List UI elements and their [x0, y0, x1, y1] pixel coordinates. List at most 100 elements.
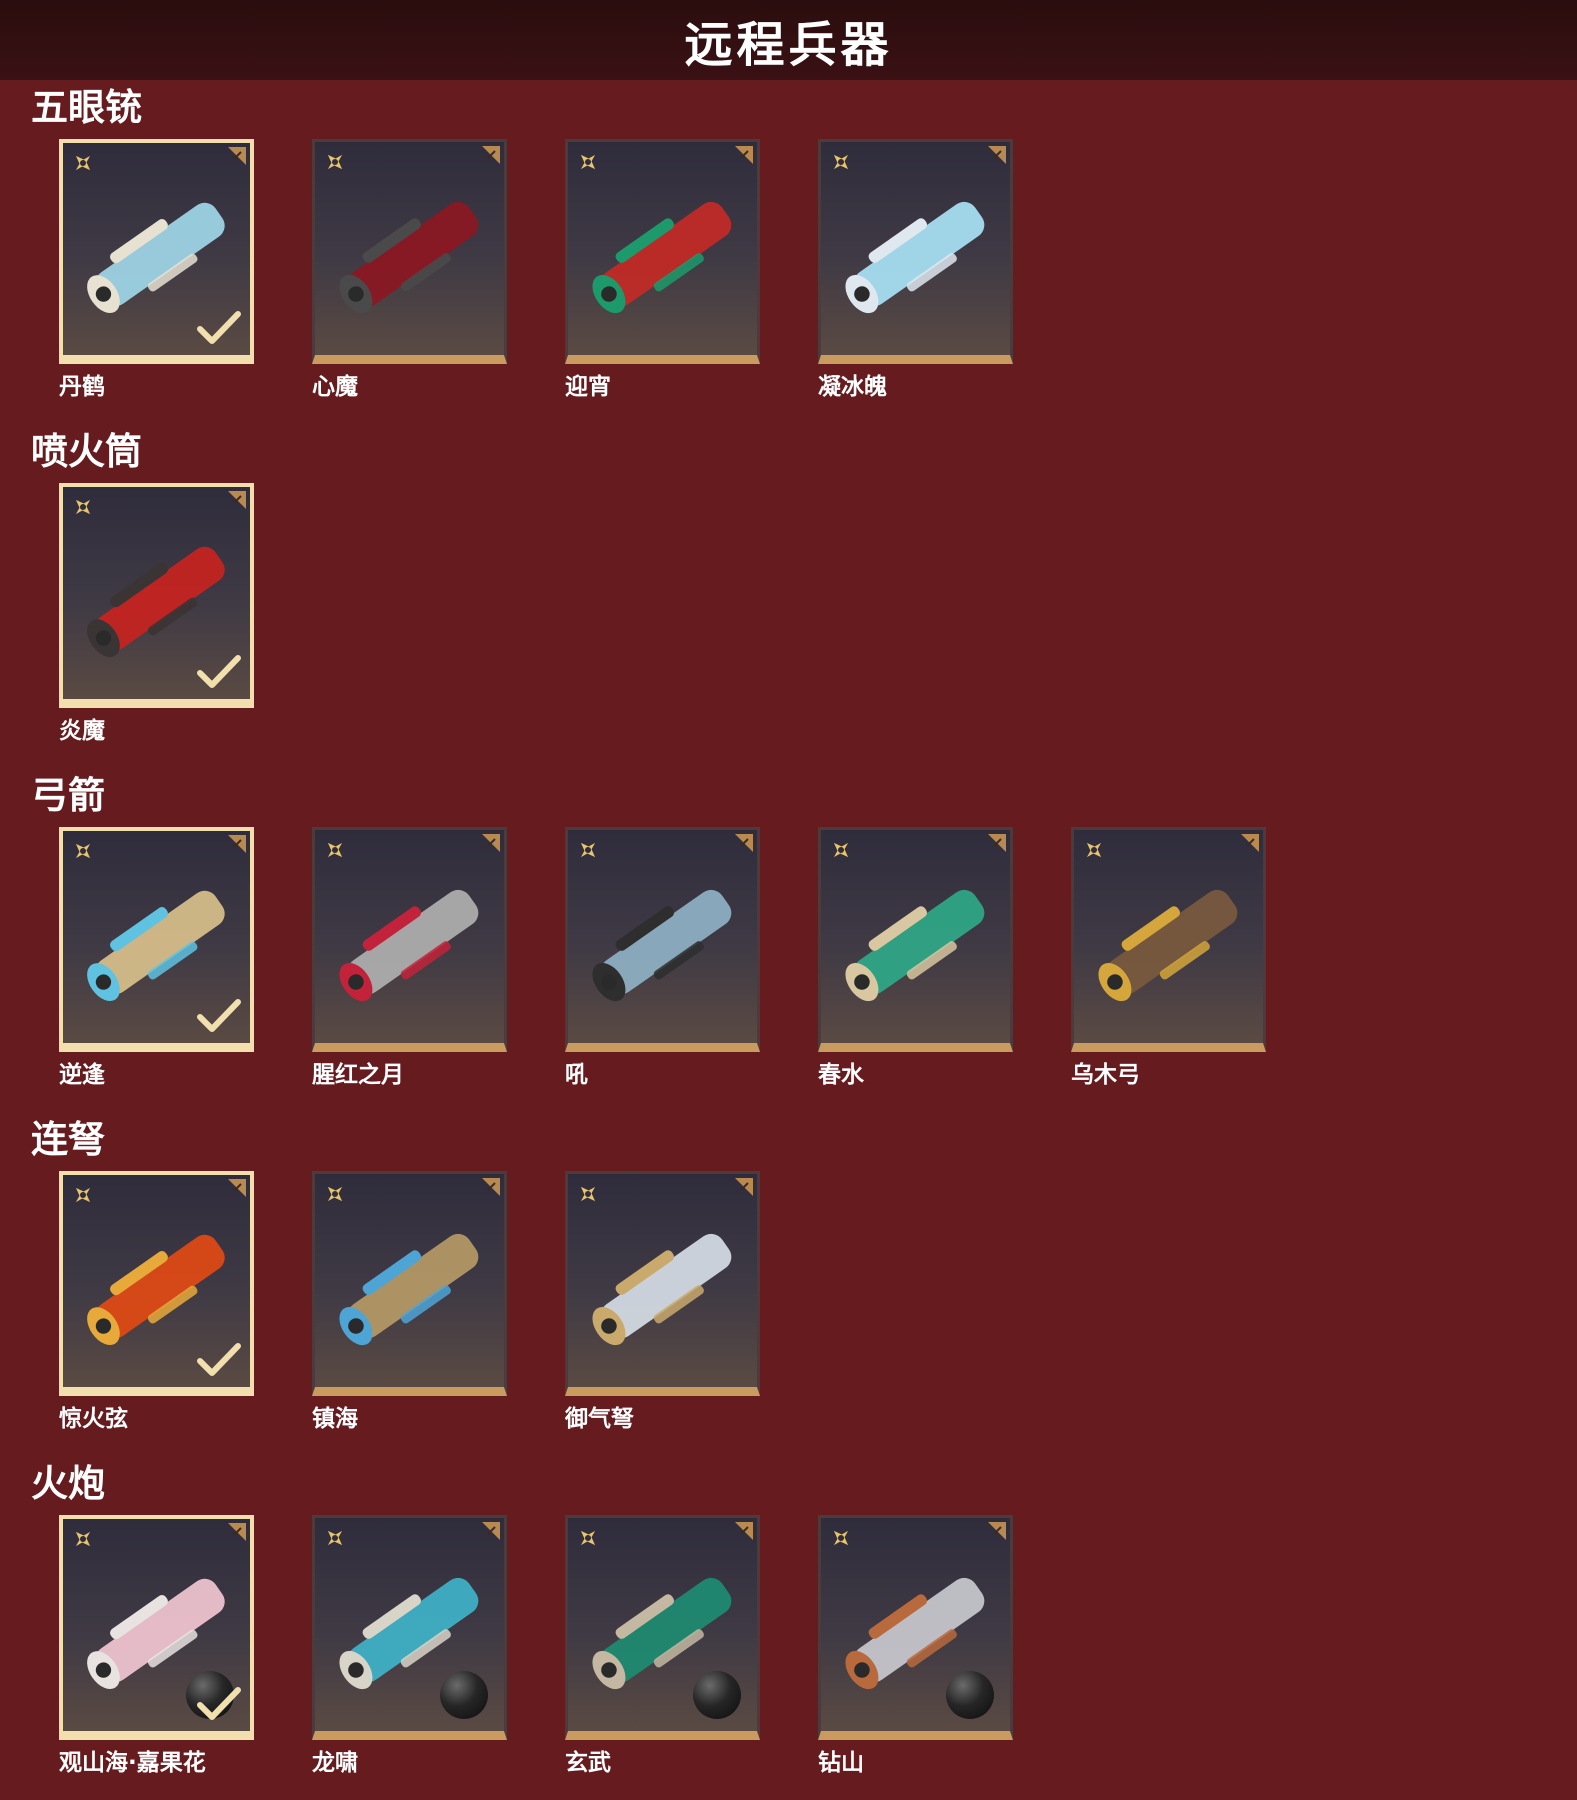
- equipped-check-icon: [197, 655, 241, 688]
- cannonball-icon: [946, 1671, 994, 1719]
- rarity-star-icon: [75, 1187, 91, 1203]
- weapon-card[interactable]: [59, 827, 254, 1052]
- rarity-star-icon: [580, 1530, 596, 1546]
- rarity-star-icon: [327, 842, 343, 858]
- weapon-item[interactable]: 炎魔: [59, 483, 254, 747]
- rarity-star-icon: [327, 1530, 343, 1546]
- section-title: 五眼铳: [31, 86, 142, 129]
- cannonball-icon: [693, 1671, 741, 1719]
- corner-mark-icon: [228, 147, 246, 165]
- corner-mark-icon: [482, 146, 500, 164]
- rarity-star-icon: [580, 842, 596, 858]
- weapon-card[interactable]: [818, 827, 1013, 1052]
- corner-mark-icon: [735, 1522, 753, 1540]
- weapon-item[interactable]: 春水: [818, 827, 1013, 1091]
- equipped-check-icon: [197, 311, 241, 344]
- page-header: 远程兵器: [0, 0, 1577, 80]
- rarity-star-icon: [580, 154, 596, 170]
- weapon-name: 龙啸: [312, 1750, 358, 1776]
- weapon-card[interactable]: [565, 1515, 760, 1740]
- corner-mark-icon: [735, 146, 753, 164]
- weapon-section: 五眼铳丹鹤 心魔 迎宵 凝冰魄: [0, 80, 1577, 424]
- corner-mark-icon: [988, 146, 1006, 164]
- weapon-name: 乌木弓: [1071, 1062, 1140, 1088]
- weapon-section: 喷火筒炎魔: [0, 424, 1577, 768]
- rarity-star-icon: [75, 499, 91, 515]
- corner-mark-icon: [1241, 834, 1259, 852]
- weapon-card[interactable]: [312, 1515, 507, 1740]
- section-title: 弓箭: [31, 774, 105, 817]
- corner-mark-icon: [228, 1523, 246, 1541]
- weapon-item[interactable]: 凝冰魄: [818, 139, 1013, 403]
- corner-mark-icon: [482, 1522, 500, 1540]
- weapon-name: 吼: [565, 1062, 588, 1088]
- weapon-item[interactable]: 腥红之月: [312, 827, 507, 1091]
- weapon-card[interactable]: [1071, 827, 1266, 1052]
- weapon-card[interactable]: [59, 483, 254, 708]
- weapon-card[interactable]: [818, 1515, 1013, 1740]
- weapon-name: 观山海·嘉果花: [59, 1750, 206, 1776]
- weapon-name: 惊火弦: [59, 1406, 128, 1432]
- equipped-check-icon: [197, 999, 241, 1032]
- section-title: 火炮: [31, 1462, 105, 1505]
- corner-mark-icon: [735, 834, 753, 852]
- weapon-item[interactable]: 心魔: [312, 139, 507, 403]
- weapon-name: 迎宵: [565, 374, 611, 400]
- weapon-card[interactable]: [818, 139, 1013, 364]
- weapon-card[interactable]: [565, 827, 760, 1052]
- rarity-star-icon: [833, 154, 849, 170]
- weapon-name: 丹鹤: [59, 374, 105, 400]
- corner-mark-icon: [228, 1179, 246, 1197]
- corner-mark-icon: [482, 834, 500, 852]
- page-title: 远程兵器: [684, 17, 893, 73]
- weapon-name: 钻山: [818, 1750, 864, 1776]
- weapon-item[interactable]: 龙啸: [312, 1515, 507, 1779]
- weapon-card[interactable]: [312, 139, 507, 364]
- weapon-name: 镇海: [312, 1406, 358, 1432]
- rarity-star-icon: [327, 1186, 343, 1202]
- weapon-name: 心魔: [312, 374, 358, 400]
- weapon-name: 御气弩: [565, 1406, 634, 1432]
- weapon-section: 火炮观山海·嘉果花 龙啸 玄武 钻山: [0, 1456, 1577, 1800]
- rarity-star-icon: [327, 154, 343, 170]
- section-title: 连弩: [31, 1118, 105, 1161]
- cannonball-icon: [440, 1671, 488, 1719]
- weapon-card[interactable]: [59, 1515, 254, 1740]
- weapon-name: 逆逢: [59, 1062, 105, 1088]
- rarity-star-icon: [1086, 842, 1102, 858]
- rarity-star-icon: [833, 1530, 849, 1546]
- section-title: 喷火筒: [31, 430, 142, 473]
- weapon-item[interactable]: 镇海: [312, 1171, 507, 1435]
- corner-mark-icon: [988, 834, 1006, 852]
- corner-mark-icon: [988, 1522, 1006, 1540]
- weapon-name: 玄武: [565, 1750, 611, 1776]
- weapon-section: 弓箭逆逢 腥红之月 吼 春水 乌木弓: [0, 768, 1577, 1112]
- weapon-name: 凝冰魄: [818, 374, 887, 400]
- rarity-star-icon: [833, 842, 849, 858]
- rarity-star-icon: [75, 1531, 91, 1547]
- weapon-item[interactable]: 吼: [565, 827, 760, 1091]
- weapon-card[interactable]: [565, 1171, 760, 1396]
- corner-mark-icon: [228, 835, 246, 853]
- weapon-item[interactable]: 御气弩: [565, 1171, 760, 1435]
- equipped-check-icon: [197, 1343, 241, 1376]
- weapon-item[interactable]: 观山海·嘉果花: [59, 1515, 254, 1779]
- weapon-item[interactable]: 逆逢: [59, 827, 254, 1091]
- weapon-item[interactable]: 钻山: [818, 1515, 1013, 1779]
- weapon-item[interactable]: 迎宵: [565, 139, 760, 403]
- rarity-star-icon: [75, 843, 91, 859]
- weapon-item[interactable]: 丹鹤: [59, 139, 254, 403]
- weapon-name: 春水: [818, 1062, 864, 1088]
- corner-mark-icon: [228, 491, 246, 509]
- weapon-card[interactable]: [312, 1171, 507, 1396]
- corner-mark-icon: [735, 1178, 753, 1196]
- weapon-card[interactable]: [59, 139, 254, 364]
- rarity-star-icon: [580, 1186, 596, 1202]
- weapon-item[interactable]: 玄武: [565, 1515, 760, 1779]
- corner-mark-icon: [482, 1178, 500, 1196]
- weapon-card[interactable]: [565, 139, 760, 364]
- weapon-item[interactable]: 乌木弓: [1071, 827, 1266, 1091]
- weapon-item[interactable]: 惊火弦: [59, 1171, 254, 1435]
- weapon-card[interactable]: [59, 1171, 254, 1396]
- weapon-card[interactable]: [312, 827, 507, 1052]
